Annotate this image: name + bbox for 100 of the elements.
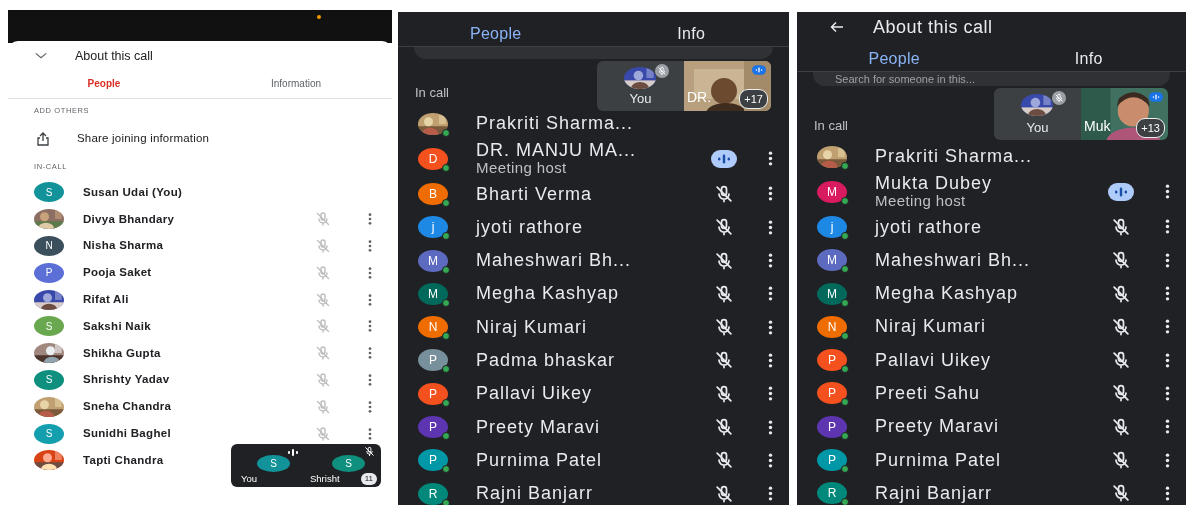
participant-name: jyoti rathore bbox=[875, 217, 984, 237]
avatar: M bbox=[418, 282, 448, 305]
tab[interactable]: People bbox=[8, 71, 200, 98]
tab[interactable]: Information bbox=[200, 71, 392, 98]
more-icon[interactable] bbox=[768, 151, 773, 167]
more-icon[interactable] bbox=[368, 400, 372, 413]
tab[interactable]: Info bbox=[593, 17, 789, 46]
more-icon[interactable] bbox=[1165, 385, 1170, 401]
tile-label: Shrisht bbox=[310, 471, 340, 486]
avatar: S bbox=[34, 316, 64, 337]
mic-off-icon[interactable] bbox=[1111, 316, 1131, 337]
avatar: P bbox=[34, 262, 64, 283]
tab[interactable]: Info bbox=[991, 42, 1186, 71]
participant-name: Rifat Ali bbox=[83, 291, 129, 307]
avatar: M bbox=[817, 282, 847, 305]
more-icon[interactable] bbox=[768, 219, 773, 235]
more-icon[interactable] bbox=[1165, 286, 1170, 302]
search-field[interactable]: Search for someone in this... bbox=[813, 72, 1170, 86]
avatar: M bbox=[418, 249, 448, 272]
mic-off-icon[interactable] bbox=[1111, 216, 1131, 237]
more-icon[interactable] bbox=[1165, 485, 1170, 501]
more-icon[interactable] bbox=[368, 213, 372, 226]
more-icon[interactable] bbox=[1165, 319, 1170, 335]
more-icon[interactable] bbox=[368, 266, 372, 279]
more-icon[interactable] bbox=[368, 347, 372, 360]
more-icon[interactable] bbox=[768, 253, 773, 269]
mic-off-icon[interactable] bbox=[714, 383, 734, 404]
more-icon[interactable] bbox=[1165, 419, 1170, 435]
mic-off-icon[interactable] bbox=[1111, 350, 1131, 371]
mic-off-icon[interactable] bbox=[1111, 250, 1131, 271]
online-dot bbox=[442, 163, 450, 172]
more-icon[interactable] bbox=[1165, 452, 1170, 468]
more-icon[interactable] bbox=[1165, 252, 1170, 268]
tab[interactable]: People bbox=[797, 42, 992, 71]
mic-off-icon[interactable] bbox=[1111, 483, 1131, 504]
video-tile[interactable]: You bbox=[994, 88, 1081, 140]
mic-off-icon[interactable] bbox=[714, 350, 734, 371]
online-dot bbox=[442, 432, 450, 440]
more-icon[interactable] bbox=[768, 452, 773, 468]
more-icon[interactable] bbox=[1165, 352, 1170, 368]
video-tile[interactable]: DR. +17 bbox=[684, 61, 771, 111]
participant-name: Niraj Kumari bbox=[875, 317, 988, 337]
more-icon[interactable] bbox=[768, 319, 773, 335]
more-icon[interactable] bbox=[368, 427, 372, 440]
participant-name: Shrishty Yadav bbox=[83, 372, 170, 388]
mic-off-icon[interactable] bbox=[714, 283, 734, 304]
avatar: N bbox=[34, 236, 64, 256]
more-icon[interactable] bbox=[1165, 184, 1170, 200]
participant-name: Divya Bhandary bbox=[83, 211, 175, 227]
mic-off-icon[interactable] bbox=[714, 217, 734, 238]
more-icon[interactable] bbox=[768, 286, 773, 302]
more-icon[interactable] bbox=[768, 486, 773, 502]
more-icon[interactable] bbox=[768, 419, 773, 435]
call-preview[interactable]: S You S Shrisht 11 bbox=[231, 444, 381, 487]
online-dot bbox=[841, 365, 849, 374]
avatar: P bbox=[418, 349, 448, 372]
mic-off-icon[interactable] bbox=[714, 183, 734, 204]
mic-off-icon[interactable] bbox=[1111, 416, 1131, 437]
participant-name: Pooja Saket bbox=[83, 265, 152, 281]
mic-off-icon[interactable] bbox=[714, 450, 734, 471]
more-icon[interactable] bbox=[368, 320, 372, 333]
share-icon[interactable] bbox=[35, 131, 51, 147]
tile-label: You bbox=[241, 471, 258, 486]
more-icon[interactable] bbox=[768, 186, 773, 202]
participant-name: Sunidhi Baghel bbox=[83, 425, 171, 441]
panel-title: About this call bbox=[75, 47, 153, 65]
share-link[interactable]: Share joining information bbox=[77, 130, 210, 148]
participant-name: Prakriti Sharma... bbox=[476, 114, 635, 134]
tab[interactable]: People bbox=[398, 17, 594, 46]
participant-name: Pallavi Uikey bbox=[875, 350, 993, 370]
video-tile[interactable]: You bbox=[597, 61, 684, 111]
mic-off-icon[interactable] bbox=[714, 317, 734, 338]
avatar: M bbox=[817, 249, 847, 272]
online-dot bbox=[442, 232, 450, 241]
mic-off-icon[interactable] bbox=[714, 417, 734, 437]
mic-off-icon[interactable] bbox=[1111, 450, 1131, 470]
tile-label: You bbox=[628, 89, 653, 108]
back-icon[interactable] bbox=[829, 19, 845, 35]
more-icon[interactable] bbox=[368, 373, 372, 386]
more-icon[interactable] bbox=[768, 352, 773, 368]
more-icon[interactable] bbox=[368, 293, 372, 306]
online-dot bbox=[442, 128, 450, 137]
participant-name: Megha Kashyap bbox=[476, 284, 621, 304]
participant-name: Maheshwari Bh... bbox=[875, 250, 1032, 270]
more-icon[interactable] bbox=[368, 240, 372, 252]
mic-off-icon[interactable] bbox=[1111, 283, 1131, 304]
search-field[interactable] bbox=[414, 47, 773, 59]
participant-name: Maheshwari Bh... bbox=[476, 251, 633, 270]
more-icon[interactable] bbox=[1165, 219, 1170, 235]
more-icon[interactable] bbox=[768, 386, 773, 402]
mic-off-icon[interactable] bbox=[714, 483, 734, 504]
avatar: P bbox=[817, 449, 847, 471]
online-dot bbox=[442, 365, 450, 374]
video-tile[interactable]: Muk +13 bbox=[1081, 88, 1168, 140]
online-dot bbox=[841, 231, 849, 240]
mic-off-icon[interactable] bbox=[1111, 383, 1131, 404]
participant-name: DR. MANJU MA... bbox=[476, 141, 637, 161]
avatar: P bbox=[418, 449, 448, 472]
online-dot bbox=[841, 161, 849, 170]
mic-off-icon[interactable] bbox=[714, 250, 734, 271]
